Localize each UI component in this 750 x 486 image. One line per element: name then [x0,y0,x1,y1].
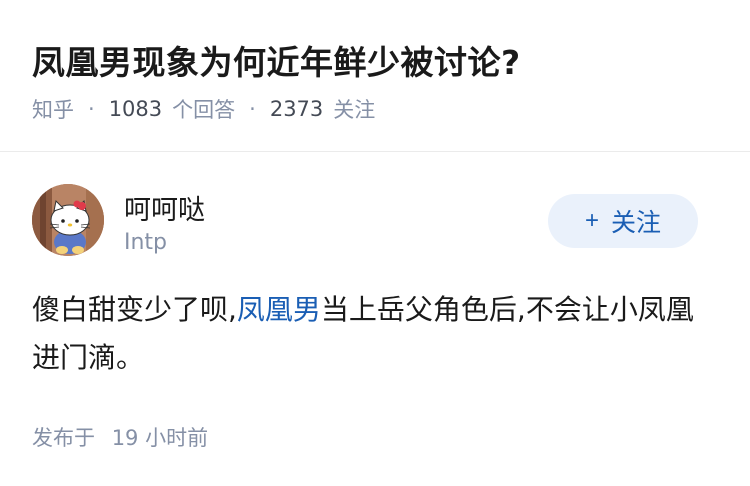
avatar[interactable] [32,184,104,256]
answer-text-before: 傻白甜变少了呗, [32,293,237,326]
published-label: 发布于 [32,426,95,450]
plus-icon: + [584,207,599,234]
publish-info: 发布于 19 小时前 [32,422,208,452]
separator-dot: · [249,97,256,121]
source-label[interactable]: 知乎 [32,94,74,124]
divider [0,151,750,152]
follow-button[interactable]: + 关注 [548,194,698,248]
follower-count-label[interactable]: 关注 [333,94,375,124]
question-header: 凤凰男现象为何近年鲜少被讨论? 知乎 · 1083 个回答 · 2373 关注 [0,0,750,152]
author-card: 呵呵哒 Intp + 关注 [32,184,718,264]
published-time-value: 19 [111,426,139,450]
question-meta: 知乎 · 1083 个回答 · 2373 关注 [32,94,375,124]
answer-content: 傻白甜变少了呗,凤凰男当上岳父角色后,不会让小凤凰进门滴。 [32,286,712,382]
separator-dot: · [88,97,95,121]
question-title[interactable]: 凤凰男现象为何近年鲜少被讨论? [32,36,521,84]
hello-kitty-avatar-icon [32,184,104,256]
answer-count-label[interactable]: 个回答 [172,94,235,124]
keyword-link[interactable]: 凤凰男 [237,293,321,326]
follow-button-label: 关注 [611,209,662,237]
author-name[interactable]: 呵呵哒 [124,188,205,227]
answer-count: 1083 [108,97,163,121]
author-bio: Intp [124,230,168,255]
published-time-unit: 小时前 [145,426,209,450]
follower-count: 2373 [269,97,324,121]
